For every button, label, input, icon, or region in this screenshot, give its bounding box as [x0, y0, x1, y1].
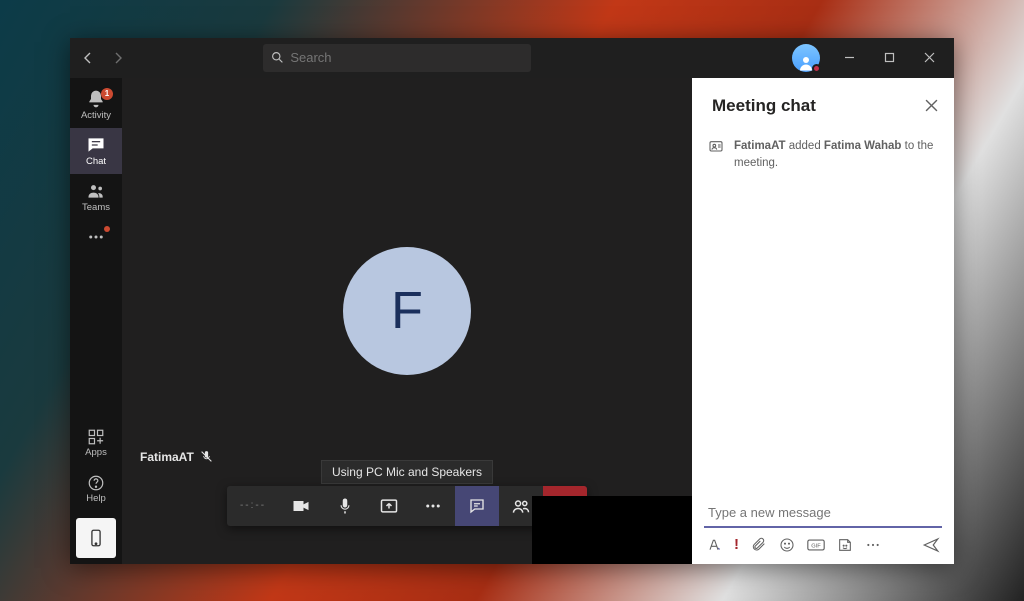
system-message-text: FatimaAT added Fatima Wahab to the meeti…: [734, 138, 938, 173]
rail-apps[interactable]: Apps: [70, 420, 122, 466]
sticker-button[interactable]: [837, 537, 853, 553]
nav-back-button[interactable]: [76, 46, 100, 70]
svg-text:GIF: GIF: [811, 543, 821, 549]
meeting-chat-panel: Meeting chat FatimaAT added Fatima Wahab…: [692, 78, 954, 564]
emoji-button[interactable]: [779, 537, 795, 553]
chat-compose: ! GIF: [692, 493, 954, 564]
rail-more[interactable]: [70, 220, 122, 254]
camera-button[interactable]: [279, 486, 323, 526]
person-added-icon: [708, 139, 724, 155]
window-minimize-button[interactable]: [832, 44, 868, 72]
more-actions-button[interactable]: [411, 486, 455, 526]
attach-button[interactable]: [751, 537, 767, 553]
rail-help[interactable]: Help: [70, 466, 122, 512]
call-stage: F FatimaAT Using PC Mic and Speakers --:…: [122, 78, 692, 564]
participant-name-tag: FatimaAT: [140, 450, 213, 464]
profile-avatar[interactable]: [792, 44, 820, 72]
format-button[interactable]: [706, 537, 722, 553]
participant-avatar: F: [343, 247, 471, 375]
activity-badge: 1: [101, 88, 113, 100]
chat-close-button[interactable]: [925, 99, 938, 112]
rail-label: Apps: [85, 447, 107, 458]
call-timer: --:--: [227, 486, 279, 526]
mic-muted-icon: [200, 450, 213, 463]
compose-more-button[interactable]: [865, 537, 881, 553]
system-message: FatimaAT added Fatima Wahab to the meeti…: [708, 138, 938, 173]
window-close-button[interactable]: [912, 44, 948, 72]
rail-label: Teams: [82, 202, 110, 213]
rail-activity[interactable]: 1 Activity: [70, 82, 122, 128]
search-box[interactable]: [263, 44, 531, 72]
search-input[interactable]: [290, 50, 523, 65]
search-icon: [271, 51, 284, 64]
compose-input[interactable]: [704, 499, 942, 528]
mic-button[interactable]: [323, 486, 367, 526]
share-button[interactable]: [367, 486, 411, 526]
rail-device-button[interactable]: [76, 518, 116, 558]
titlebar: [70, 38, 954, 78]
nav-forward-button[interactable]: [106, 46, 130, 70]
audio-device-tooltip: Using PC Mic and Speakers: [321, 460, 493, 484]
rail-label: Activity: [81, 110, 111, 121]
rail-teams[interactable]: Teams: [70, 174, 122, 220]
rail-label: Chat: [86, 156, 106, 167]
send-button[interactable]: [922, 536, 940, 554]
window-maximize-button[interactable]: [872, 44, 908, 72]
giphy-button[interactable]: GIF: [807, 538, 825, 552]
chat-title: Meeting chat: [712, 96, 925, 116]
app-rail: 1 Activity Chat Teams Apps He: [70, 78, 122, 564]
presence-busy-icon: [812, 64, 821, 73]
self-view-placeholder: [532, 496, 692, 564]
notification-dot-icon: [104, 226, 110, 232]
teams-window: 1 Activity Chat Teams Apps He: [70, 38, 954, 564]
chat-toggle-button[interactable]: [455, 486, 499, 526]
priority-button[interactable]: !: [734, 536, 739, 553]
rail-chat[interactable]: Chat: [70, 128, 122, 174]
rail-label: Help: [86, 493, 106, 504]
